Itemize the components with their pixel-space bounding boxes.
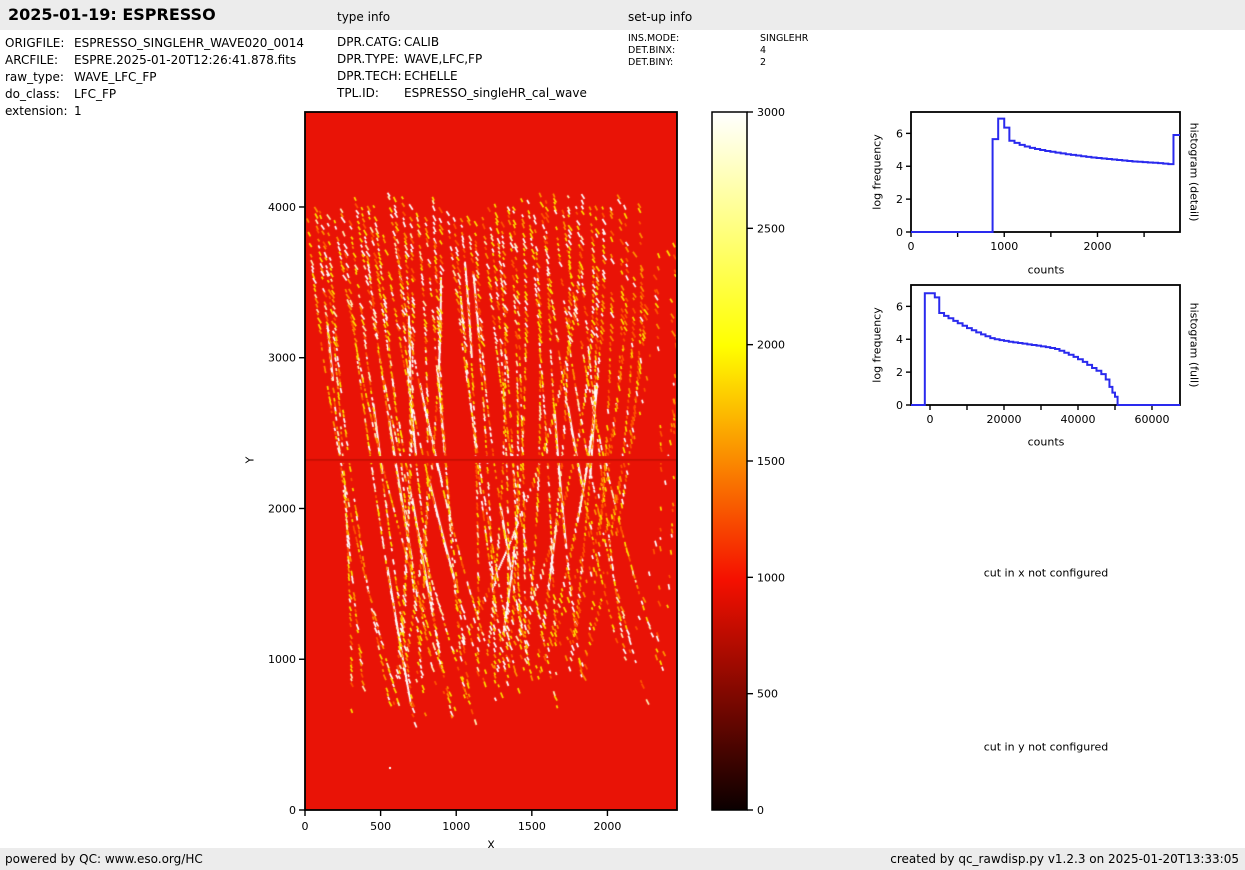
y-tick-label: 2000 [268,502,296,515]
colorbar-tick-label: 3000 [757,106,785,119]
footer-created-by: created by qc_rawdisp.py v1.2.3 on 2025-… [890,852,1239,866]
x-tick-label: 20000 [986,413,1021,426]
cut-x-message: cut in x not configured [983,566,1109,580]
y-tick-label: 4 [896,333,903,346]
x-tick-label: 0 [302,820,309,833]
x-tick-label: 1000 [442,820,470,833]
y-tick-label: 0 [896,226,903,239]
hist-detail-right-label: histogram (detail) [1187,122,1201,222]
axes-spine [910,111,1181,233]
colorbar-tick-label: 2000 [757,339,785,352]
y-tick-label: 0 [289,804,296,817]
y-tick-label: 6 [896,127,903,140]
y-tick-label: 2 [896,193,903,206]
colorbar-border [711,111,748,811]
footer-powered-by: powered by QC: www.eso.org/HC [5,852,203,866]
y-tick-label: 4 [896,160,903,173]
axes-spine [910,284,1181,406]
hist-full-y-label: log frequency [870,307,884,383]
y-tick-label: 1000 [268,653,296,666]
x-tick-label: 0 [908,240,915,253]
x-tick-label: 2000 [593,820,621,833]
x-tick-label: 60000 [1134,413,1169,426]
hist-full-x-label: counts [1027,435,1065,449]
y-tick-label: 6 [896,300,903,313]
hist-detail-y-label: log frequency [870,134,884,210]
qc-report-page: 2025-01-19: ESPRESSO type info set-up in… [0,0,1245,870]
colorbar-tick-label: 1000 [757,571,785,584]
y-tick-label: 2 [896,366,903,379]
y-tick-label: 0 [896,399,903,412]
y-tick-label: 4000 [268,201,296,214]
y-tick-label: 3000 [268,352,296,365]
histogram-line [911,117,1180,233]
colorbar-tick-label: 0 [757,804,764,817]
x-tick-label: 2000 [1083,240,1111,253]
hist-full-right-label: histogram (full) [1187,302,1201,388]
x-tick-label: 0 [926,413,933,426]
colorbar-tick-label: 2500 [757,222,785,235]
cut-y-message: cut in y not configured [983,740,1109,754]
hist-detail-x-label: counts [1027,263,1065,277]
main-y-axis-label: Y [243,456,257,464]
colorbar-tick-label: 1500 [757,455,785,468]
colorbar-tick-label: 500 [757,688,778,701]
x-tick-label: 1000 [990,240,1018,253]
x-tick-label: 500 [370,820,391,833]
histogram-line [911,292,1180,406]
x-tick-label: 1500 [518,820,546,833]
x-tick-label: 40000 [1060,413,1095,426]
axes-spine [304,111,678,811]
